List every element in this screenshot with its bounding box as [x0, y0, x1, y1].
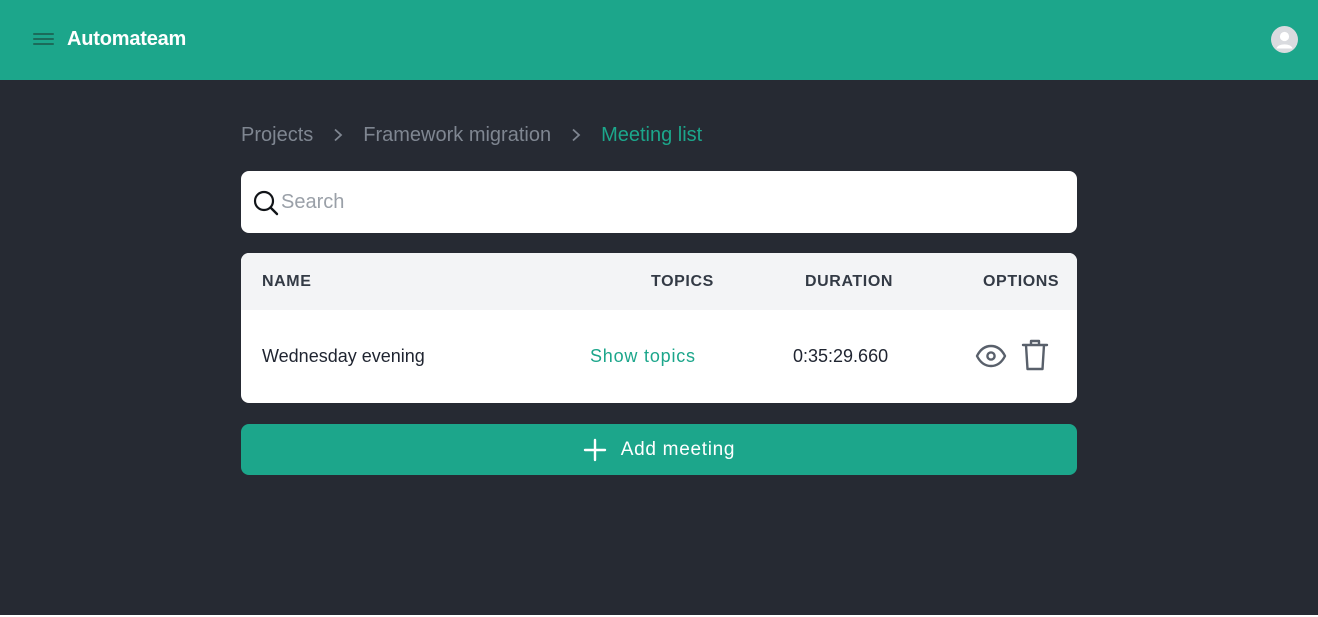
add-meeting-button[interactable]: Add meeting	[241, 424, 1077, 475]
breadcrumb-item-meeting-list: Meeting list	[601, 123, 703, 146]
search-box	[241, 171, 1077, 233]
meetings-table: NAME TOPICS DURATION OPTIONS Wednesday e…	[241, 253, 1077, 403]
app-title: Automateam	[67, 28, 187, 50]
column-header-topics: TOPICS	[651, 273, 714, 290]
top-app-bar: Automateam	[0, 0, 1318, 80]
breadcrumb: Projects Framework migration Meeting lis…	[241, 122, 702, 148]
hamburger-icon[interactable]	[33, 31, 54, 47]
breadcrumb-item-projects[interactable]: Projects	[241, 124, 313, 147]
meeting-duration: 0:35:29.660	[793, 346, 889, 366]
meeting-name: Wednesday evening	[262, 346, 425, 366]
column-header-duration: DURATION	[805, 273, 894, 290]
column-header-options: OPTIONS	[983, 273, 1060, 290]
breadcrumb-item-framework-migration[interactable]: Framework migration	[363, 124, 551, 147]
chevron-right-icon	[333, 128, 343, 142]
column-header-name: NAME	[262, 273, 312, 290]
table-row: Wednesday evening Show topics 0:35:29.66…	[241, 310, 1077, 403]
trash-icon[interactable]	[1020, 338, 1050, 372]
show-topics-link[interactable]: Show topics	[590, 346, 696, 367]
user-avatar-icon[interactable]	[1271, 26, 1298, 53]
eye-icon[interactable]	[975, 341, 1007, 371]
plus-icon	[583, 438, 606, 461]
search-input[interactable]	[281, 185, 1061, 219]
chevron-right-icon	[571, 128, 581, 142]
search-icon	[253, 190, 279, 216]
add-meeting-label: Add meeting	[620, 438, 736, 460]
table-header: NAME TOPICS DURATION OPTIONS	[241, 253, 1077, 310]
